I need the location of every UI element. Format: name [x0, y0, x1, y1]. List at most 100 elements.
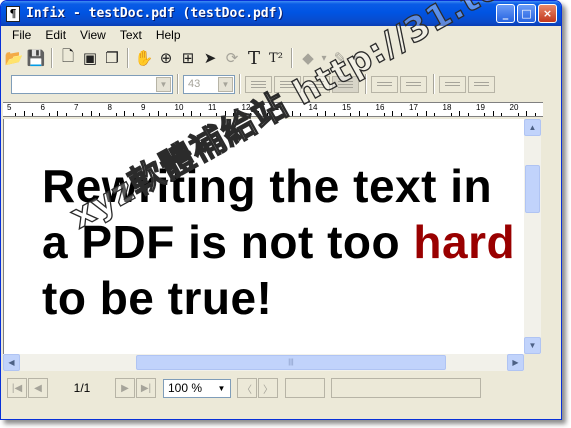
menu-help[interactable]: Help — [149, 28, 188, 42]
open-folder-icon[interactable]: 📂 — [3, 47, 25, 69]
ruler-tick — [333, 113, 335, 116]
font-name-combo[interactable]: ▼ — [11, 74, 173, 94]
vertical-scroll-thumb[interactable] — [525, 165, 540, 213]
toolbar-separator — [365, 74, 367, 94]
grid-icon[interactable]: ⊞ — [177, 47, 199, 69]
ruler-number: 13 — [275, 103, 284, 112]
close-button[interactable]: × — [538, 4, 557, 23]
menu-edit[interactable]: Edit — [38, 28, 73, 42]
text-tool-icon[interactable]: T — [243, 47, 265, 69]
ruler-tick — [367, 113, 369, 116]
highlighted-word[interactable]: hard — [413, 216, 515, 268]
ruler-tick — [191, 111, 193, 116]
window-controls: _ □ × — [496, 4, 557, 23]
infix-app-icon[interactable]: ¶ — [6, 5, 20, 22]
menu-file[interactable]: File — [5, 28, 38, 42]
save-disk-icon[interactable]: 💾 — [25, 47, 47, 69]
fill-color-icon[interactable]: ◆ — [297, 47, 319, 69]
toolbar-separator — [433, 74, 435, 94]
ruler-number: 11 — [208, 103, 217, 112]
ruler-tick — [534, 113, 536, 116]
document-text-run[interactable]: a PDF is not too — [42, 216, 413, 268]
maximize-button[interactable]: □ — [517, 4, 536, 23]
single-page-icon[interactable]: 🗋 — [57, 47, 79, 69]
ruler-number: 9 — [141, 103, 146, 112]
forward-icon[interactable]: 〉 — [258, 378, 278, 398]
horizontal-scrollbar[interactable]: ◀ ||| ▶ — [3, 354, 524, 371]
align-right-icon[interactable] — [303, 75, 330, 93]
next-page-icon[interactable]: ▶ — [115, 378, 135, 398]
ruler-tick — [182, 113, 184, 116]
multi-page-icon[interactable]: ❐ — [101, 47, 123, 69]
title-bar[interactable]: ¶ Infix - testDoc.pdf (testDoc.pdf) _ □ … — [1, 1, 561, 26]
ruler-tick — [99, 113, 101, 116]
page-frame-icon[interactable]: ▣ — [79, 47, 101, 69]
ruler-number: 5 — [7, 103, 12, 112]
format-option-icon[interactable] — [400, 75, 427, 93]
ruler-tick — [291, 111, 293, 116]
menu-bar: File Edit View Text Help — [1, 26, 561, 44]
align-left-icon[interactable] — [245, 75, 272, 93]
menu-text[interactable]: Text — [113, 28, 149, 42]
pen-dropdown-icon[interactable]: ▾ — [351, 47, 361, 69]
ruler-tick — [450, 113, 452, 116]
horizontal-scroll-thumb[interactable]: ||| — [136, 355, 446, 370]
ruler-tick — [132, 113, 134, 116]
spacing-option-icon[interactable] — [439, 75, 466, 93]
font-name-dropdown-icon[interactable]: ▼ — [156, 76, 171, 92]
zoom-tool-icon[interactable]: ⊕ — [155, 47, 177, 69]
ruler-number: 6 — [40, 103, 45, 112]
justify-icon[interactable] — [332, 75, 359, 93]
ruler-tick — [484, 113, 486, 116]
pointer-tool-icon[interactable]: ➤ — [199, 47, 221, 69]
last-page-icon[interactable]: ▶| — [136, 378, 156, 398]
ruler-tick — [48, 113, 50, 116]
document-text-line[interactable]: to be true! — [42, 271, 272, 325]
ruler-tick — [258, 111, 260, 116]
align-center-icon[interactable] — [274, 75, 301, 93]
first-page-icon[interactable]: |◀ — [7, 378, 27, 398]
ruler-tick — [526, 111, 528, 116]
rotate-icon[interactable]: ⟳ — [221, 47, 243, 69]
format-option-icon[interactable] — [371, 75, 398, 93]
text-size-icon[interactable]: T² — [265, 47, 287, 69]
scroll-left-icon[interactable]: ◀ — [3, 354, 20, 371]
fill-dropdown-icon[interactable]: ▾ — [319, 47, 329, 69]
pen-color-icon[interactable]: ✎ — [329, 47, 351, 69]
zoom-dropdown-icon[interactable]: ▼ — [214, 381, 229, 396]
menu-view[interactable]: View — [73, 28, 113, 42]
font-size-dropdown-icon[interactable]: ▼ — [218, 76, 233, 92]
ruler-tick — [199, 113, 201, 116]
ruler-tick — [115, 113, 117, 116]
ruler-number: 18 — [442, 103, 452, 112]
toolbar-separator — [177, 74, 179, 94]
scroll-down-icon[interactable]: ▼ — [524, 337, 541, 354]
prev-page-icon[interactable]: ◀ — [28, 378, 48, 398]
scroll-right-icon[interactable]: ▶ — [507, 354, 524, 371]
ruler-tick — [300, 113, 302, 116]
ruler-tick — [149, 113, 151, 116]
main-toolbar: 📂 💾 🗋 ▣ ❐ ✋ ⊕ ⊞ ➤ ⟳ T T² ◆ ▾ ✎ ▾ — [3, 46, 361, 70]
minimize-button[interactable]: _ — [496, 4, 515, 23]
horizontal-ruler[interactable]: 5 6 7 8 9 10 11 12 13 14 15 16 17 18 19 20 — [3, 102, 543, 117]
back-icon[interactable]: 〈 — [237, 378, 257, 398]
ruler-tick — [166, 113, 168, 116]
document-canvas[interactable]: Rewriting the text in a PDF is not too h… — [3, 119, 524, 354]
toolbar-separator — [51, 48, 53, 68]
ruler-number: 15 — [342, 103, 351, 112]
document-text-line[interactable]: a PDF is not too hard — [42, 215, 515, 269]
zoom-value: 100 % — [168, 381, 203, 395]
vertical-scrollbar[interactable]: ▲ ▼ — [524, 119, 541, 354]
ruler-tick — [82, 113, 84, 116]
ruler-tick — [32, 113, 34, 116]
hand-tool-icon[interactable]: ✋ — [133, 47, 155, 69]
scroll-up-icon[interactable]: ▲ — [524, 119, 541, 136]
spacing-option-icon[interactable] — [468, 75, 495, 93]
ruler-number: 10 — [174, 103, 184, 112]
zoom-select[interactable]: 100 % ▼ — [163, 378, 231, 398]
font-size-combo[interactable]: 43 ▼ — [183, 74, 235, 94]
ruler-tick — [15, 113, 17, 116]
ruler-tick — [383, 113, 385, 116]
ruler-number: 14 — [308, 103, 318, 112]
document-text-line[interactable]: Rewriting the text in — [42, 159, 492, 213]
